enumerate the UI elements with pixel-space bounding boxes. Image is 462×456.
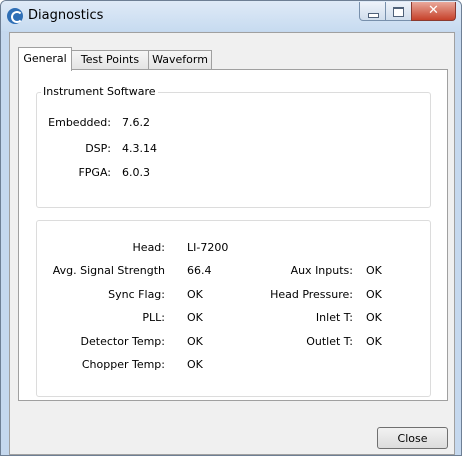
close-button[interactable]: Close [377,427,448,449]
tab-general[interactable]: General [18,47,72,71]
title-bar[interactable]: Diagnostics ✕ [1,1,461,31]
aux-inputs-label: Aux Inputs: [290,264,353,277]
head-pressure-value: OK [366,288,382,301]
sync-flag-label: Sync Flag: [108,288,165,301]
maximize-button[interactable] [385,2,412,21]
window-title: Diagnostics [28,8,104,23]
dsp-label: DSP: [85,142,111,155]
inlet-t-label: Inlet T: [315,311,353,324]
detector-temp-value: OK [187,335,203,348]
pll-value: OK [187,311,203,324]
aux-inputs-value: OK [366,264,382,277]
avg-signal-strength-value: 66.4 [187,264,212,277]
chopper-temp-value: OK [187,358,203,371]
tab-test-points[interactable]: Test Points [71,50,149,70]
head-label: Head: [132,241,165,254]
app-icon [7,8,23,24]
head-pressure-label: Head Pressure: [270,288,353,301]
dialog-client-area: General Test Points Waveform Instrument … [9,32,455,455]
detector-temp-label: Detector Temp: [80,335,165,348]
close-icon: ✕ [428,3,439,18]
embedded-version: 7.6.2 [122,116,150,129]
outlet-t-value: OK [366,335,382,348]
diagnostics-window: Diagnostics ✕ General Test Points Wavefo… [0,0,462,456]
tab-waveform[interactable]: Waveform [148,50,212,70]
head-value: LI-7200 [187,241,229,254]
head-status-group: Head: LI-7200 Avg. Signal Strength 66.4 … [36,220,431,397]
close-window-button[interactable]: ✕ [411,2,456,21]
instrument-software-group: Instrument Software Embedded: 7.6.2 DSP:… [36,85,431,208]
general-tab-panel: Instrument Software Embedded: 7.6.2 DSP:… [18,69,448,401]
group-title-instrument-software: Instrument Software [41,85,158,98]
sync-flag-value: OK [187,288,203,301]
embedded-label: Embedded: [48,116,111,129]
dsp-version: 4.3.14 [122,142,157,155]
outlet-t-label: Outlet T: [306,335,353,348]
minimize-button[interactable] [359,2,386,21]
chopper-temp-label: Chopper Temp: [81,358,165,371]
fpga-version: 6.0.3 [122,166,150,179]
avg-signal-strength-label: Avg. Signal Strength [52,264,165,277]
fpga-label: FPGA: [78,166,111,179]
pll-label: PLL: [142,311,165,324]
inlet-t-value: OK [366,311,382,324]
